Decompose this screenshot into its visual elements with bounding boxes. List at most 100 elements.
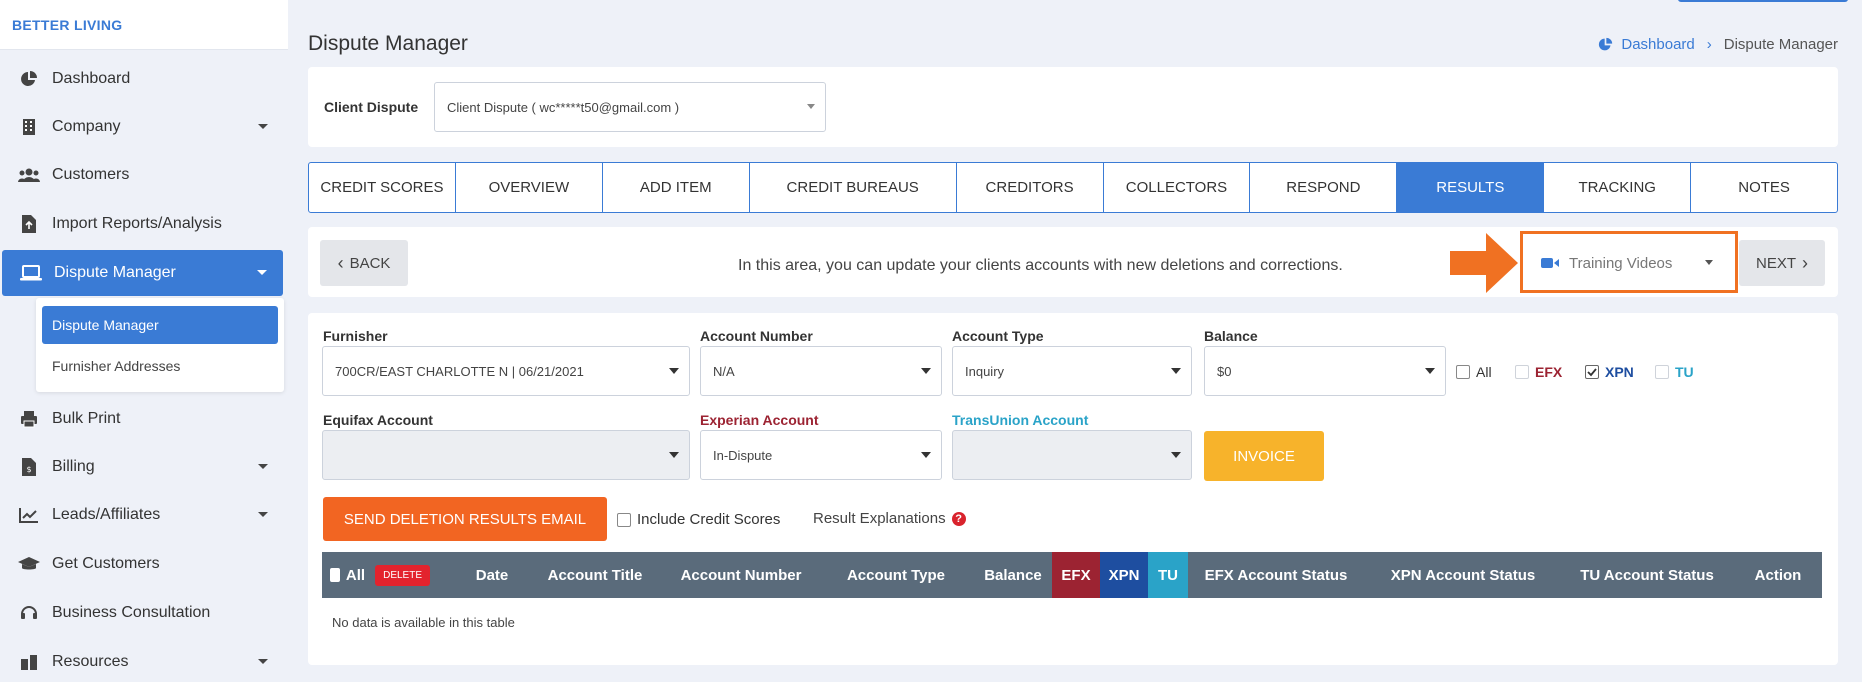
- printer-icon: [18, 408, 40, 430]
- tab-creditors[interactable]: CREDITORS: [957, 163, 1104, 212]
- col-tu-account-status[interactable]: TU Account Status: [1562, 552, 1732, 598]
- tab-tracking[interactable]: TRACKING: [1544, 163, 1692, 212]
- sidebar-item-import-reports[interactable]: Import Reports/Analysis: [0, 201, 284, 247]
- tab-overview[interactable]: OVERVIEW: [456, 163, 603, 212]
- info-text: In this area, you can update your client…: [738, 257, 1343, 274]
- table-empty-message: No data is available in this table: [332, 615, 515, 630]
- account-type-label: Account Type: [952, 328, 1044, 344]
- balance-select[interactable]: $0: [1204, 346, 1446, 396]
- chevron-down-icon: [257, 270, 267, 275]
- sidebar-item-company[interactable]: Company: [0, 104, 284, 150]
- col-efx[interactable]: EFX: [1052, 552, 1100, 598]
- file-import-icon: [18, 213, 40, 235]
- dispute-tabs: CREDIT SCORES OVERVIEW ADD ITEM CREDIT B…: [308, 162, 1838, 213]
- graduation-cap-icon: [18, 553, 40, 575]
- sidebar-item-bulk-print[interactable]: Bulk Print: [0, 396, 284, 442]
- chevron-down-icon: [1425, 368, 1435, 374]
- submenu-dispute-manager[interactable]: Dispute Manager: [42, 306, 278, 344]
- sidebar-item-dispute-manager[interactable]: Dispute Manager: [2, 250, 283, 296]
- col-account-type[interactable]: Account Type: [830, 552, 962, 598]
- bureau-all-checkbox[interactable]: All: [1456, 364, 1492, 380]
- results-table-header: All DELETE Date Account Title Account Nu…: [322, 552, 1822, 598]
- chevron-right-icon: ›: [1706, 36, 1712, 53]
- tab-add-item[interactable]: ADD ITEM: [603, 163, 750, 212]
- bureau-xpn-checkbox[interactable]: XPN: [1585, 364, 1634, 380]
- result-explanations-link[interactable]: Result Explanations ?: [813, 510, 966, 527]
- account-type-select[interactable]: Inquiry: [952, 346, 1192, 396]
- col-action[interactable]: Action: [1742, 552, 1814, 598]
- users-icon: [18, 164, 40, 186]
- include-credit-scores-checkbox[interactable]: Include Credit Scores: [617, 511, 780, 528]
- orange-arrow-icon: [1450, 233, 1518, 293]
- submenu-furnisher-addresses[interactable]: Furnisher Addresses: [42, 347, 278, 385]
- bureau-efx-checkbox[interactable]: EFX: [1515, 364, 1562, 380]
- chevron-down-icon: [258, 464, 268, 469]
- col-xpn-account-status[interactable]: XPN Account Status: [1372, 552, 1554, 598]
- building-icon: [18, 116, 40, 138]
- question-circle-icon: ?: [951, 511, 966, 526]
- breadcrumb-home[interactable]: Dashboard: [1598, 36, 1695, 53]
- chevron-down-icon: [258, 124, 268, 129]
- top-action-button[interactable]: [1678, 0, 1848, 2]
- training-videos-highlight: Training Videos: [1520, 231, 1738, 293]
- col-date[interactable]: Date: [460, 552, 524, 598]
- account-number-select[interactable]: N/A: [700, 346, 942, 396]
- tab-collectors[interactable]: COLLECTORS: [1104, 163, 1251, 212]
- transunion-account-select[interactable]: [952, 430, 1192, 480]
- svg-text:$: $: [26, 465, 31, 474]
- sidebar-item-dashboard[interactable]: Dashboard: [0, 56, 284, 102]
- brand-logo[interactable]: BETTER LIVING: [0, 0, 288, 50]
- tab-credit-bureaus[interactable]: CREDIT BUREAUS: [750, 163, 957, 212]
- select-all-header: All DELETE: [330, 552, 430, 598]
- equifax-account-label: Equifax Account: [323, 412, 433, 428]
- training-videos-dropdown[interactable]: Training Videos: [1541, 252, 1723, 274]
- experian-account-label: Experian Account: [700, 412, 819, 428]
- client-dispute-label: Client Dispute: [324, 99, 419, 115]
- sidebar-item-billing[interactable]: $ Billing: [0, 444, 284, 490]
- col-efx-account-status[interactable]: EFX Account Status: [1188, 552, 1364, 598]
- sidebar-item-customers[interactable]: Customers: [0, 152, 284, 198]
- col-xpn[interactable]: XPN: [1100, 552, 1148, 598]
- col-account-number[interactable]: Account Number: [666, 552, 816, 598]
- account-number-label: Account Number: [700, 328, 813, 344]
- delete-button[interactable]: DELETE: [375, 564, 430, 586]
- sidebar-item-leads[interactable]: Leads/Affiliates: [0, 492, 284, 538]
- sidebar-item-resources[interactable]: Resources: [0, 639, 284, 682]
- chevron-down-icon: [258, 512, 268, 517]
- client-dispute-select[interactable]: Client Dispute ( wc*****t50@gmail.com ): [434, 82, 826, 132]
- equifax-account-select[interactable]: [322, 430, 690, 480]
- pie-chart-icon: [1599, 37, 1613, 51]
- chevron-right-icon: ›: [1802, 252, 1808, 273]
- tab-respond[interactable]: RESPOND: [1250, 163, 1398, 212]
- box-icon: [18, 651, 40, 673]
- chevron-down-icon: [921, 368, 931, 374]
- experian-account-select[interactable]: In-Dispute: [700, 430, 942, 480]
- bureau-tu-checkbox[interactable]: TU: [1655, 364, 1694, 380]
- back-button[interactable]: ‹ BACK: [320, 240, 408, 286]
- breadcrumb: Dashboard › Dispute Manager: [1598, 36, 1838, 53]
- col-account-title[interactable]: Account Title: [530, 552, 660, 598]
- pie-chart-icon: [18, 68, 40, 90]
- next-button[interactable]: NEXT ›: [1739, 240, 1825, 286]
- sidebar-item-business-consultation[interactable]: Business Consultation: [0, 590, 284, 636]
- laptop-icon: [20, 262, 42, 284]
- furnisher-label: Furnisher: [323, 328, 388, 344]
- col-balance[interactable]: Balance: [968, 552, 1058, 598]
- tab-credit-scores[interactable]: CREDIT SCORES: [309, 163, 456, 212]
- col-tu[interactable]: TU: [1148, 552, 1188, 598]
- balance-label: Balance: [1204, 328, 1258, 344]
- transunion-account-label: TransUnion Account: [952, 412, 1089, 428]
- dispute-submenu: Dispute Manager Furnisher Addresses: [36, 298, 284, 392]
- chevron-down-icon: [669, 452, 679, 458]
- select-all-checkbox[interactable]: [330, 568, 340, 582]
- sidebar-item-get-customers[interactable]: Get Customers: [0, 541, 284, 587]
- chevron-down-icon: [669, 368, 679, 374]
- tab-notes[interactable]: NOTES: [1691, 163, 1837, 212]
- chevron-down-icon: [1705, 260, 1713, 265]
- send-deletion-results-email-button[interactable]: SEND DELETION RESULTS EMAIL: [323, 497, 607, 541]
- headset-icon: [18, 602, 40, 624]
- tab-results[interactable]: RESULTS: [1397, 163, 1545, 212]
- invoice-button[interactable]: INVOICE: [1204, 431, 1324, 481]
- chevron-down-icon: [1171, 368, 1181, 374]
- furnisher-select[interactable]: 700CR/EAST CHARLOTTE N | 06/21/2021: [322, 346, 690, 396]
